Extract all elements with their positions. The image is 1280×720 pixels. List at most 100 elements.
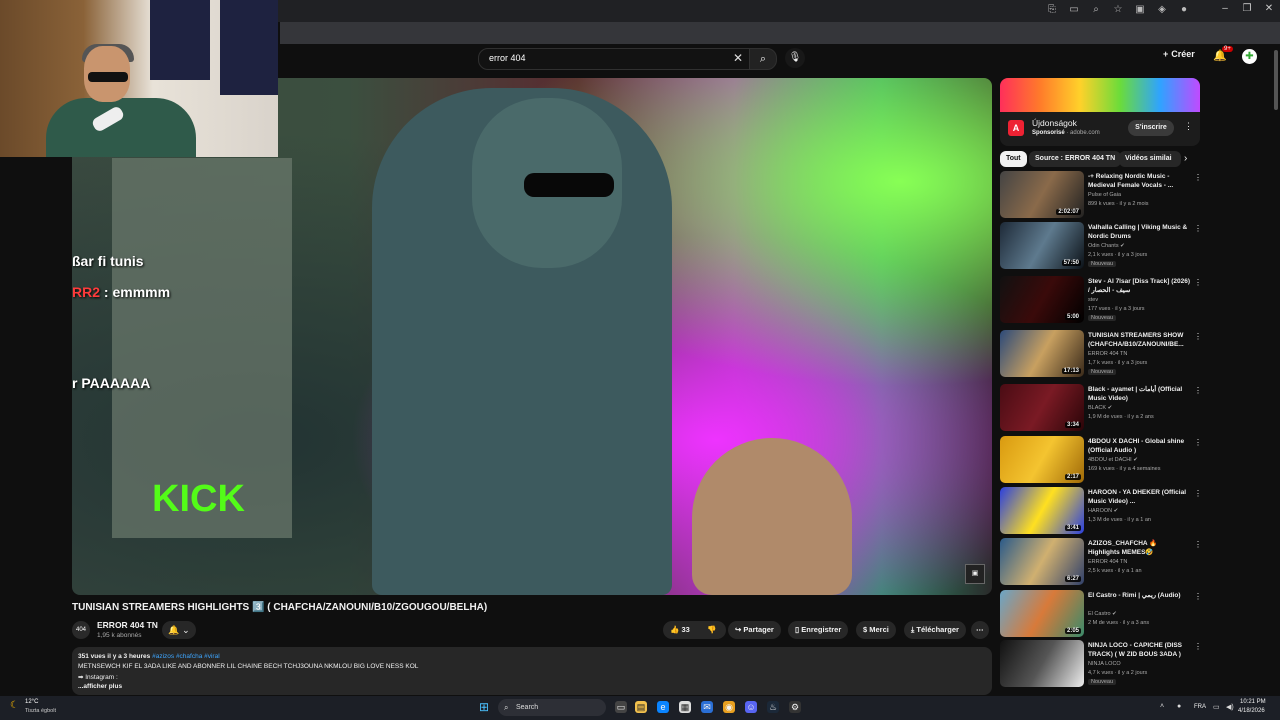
search-input[interactable]: [487, 52, 721, 64]
recommendation-item[interactable]: 6:27 AZIZOS_CHAFCHA 🔥 Highlights MEMES🤣 ER…: [1000, 538, 1202, 590]
more-vertical-icon[interactable]: ⋮: [1194, 332, 1202, 341]
more-vertical-icon[interactable]: ⋮: [1194, 642, 1202, 651]
recommendation-thumbnail[interactable]: [1000, 640, 1084, 687]
translate-icon[interactable]: ⎘: [1046, 4, 1058, 16]
recommendation-thumbnail[interactable]: 2:17: [1000, 436, 1084, 483]
recommendation-item[interactable]: 2:05 El Castro - Rimi | ريمي (Audio) El Ca…: [1000, 590, 1202, 642]
recommendation-thumbnail[interactable]: 3:41: [1000, 487, 1084, 534]
recommendation-thumbnail[interactable]: 2:05: [1000, 590, 1084, 637]
more-vertical-icon[interactable]: ⋮: [1194, 438, 1202, 447]
recommendation-item[interactable]: 3:41 HAROON - YA DHEKER (Official Music V…: [1000, 487, 1202, 539]
chevron-right-icon[interactable]: ›: [1184, 153, 1187, 164]
recommendation-item[interactable]: 57:50 Valhalla Calling | Viking Music & N…: [1000, 222, 1202, 274]
recommendation-item[interactable]: 5:00 Stev - Al 7lsar [Diss Track] (2026) …: [1000, 276, 1202, 328]
steam-icon[interactable]: ♨: [767, 701, 779, 713]
download-button[interactable]: ⤓ Télécharger: [904, 621, 966, 639]
recommendation-channel[interactable]: BLACK ✔: [1088, 405, 1112, 411]
more-vertical-icon[interactable]: ⋮: [1194, 173, 1202, 182]
more-vertical-icon[interactable]: ⋮: [1194, 592, 1202, 601]
channel-avatar[interactable]: 404: [72, 621, 90, 639]
chip-all[interactable]: Tout: [1000, 151, 1027, 167]
account-avatar[interactable]: ✚: [1242, 49, 1257, 64]
scrollbar[interactable]: [1272, 44, 1280, 694]
create-button[interactable]: + Créer: [1163, 49, 1195, 59]
channel-name[interactable]: ERROR 404 TN: [97, 620, 158, 630]
channel-watermark-icon[interactable]: ▣: [965, 564, 985, 584]
ad-subscribe-button[interactable]: S'inscrire: [1128, 120, 1174, 136]
discord-icon[interactable]: ☺: [745, 701, 757, 713]
hashtags[interactable]: #azizos #chafcha #viral: [152, 653, 220, 660]
bookmark-star-icon[interactable]: ☆: [1112, 4, 1124, 16]
task-view-icon[interactable]: ▭: [615, 701, 627, 713]
share-button[interactable]: ↪ Partager: [728, 621, 781, 639]
recommendation-thumbnail[interactable]: 17:13: [1000, 330, 1084, 377]
recommendation-thumbnail[interactable]: 5:00: [1000, 276, 1084, 323]
edge-icon[interactable]: e: [657, 701, 669, 713]
tray-chevron-up-icon[interactable]: ˄: [1160, 703, 1164, 710]
thanks-button[interactable]: $ Merci: [856, 621, 896, 639]
recommendation-channel[interactable]: Pulse of Gaia: [1088, 192, 1121, 198]
chip-source[interactable]: Source : ERROR 404 TN: [1029, 151, 1122, 167]
extension-icon[interactable]: ▣: [1134, 4, 1146, 16]
clock-time[interactable]: 10:21 PM: [1240, 699, 1266, 705]
store-icon[interactable]: ▦: [679, 701, 691, 713]
recommendation-channel[interactable]: NINJA LOCO: [1088, 661, 1121, 667]
input-language[interactable]: FRA: [1194, 704, 1206, 710]
more-vertical-icon[interactable]: ⋮: [1184, 121, 1193, 132]
app-icon[interactable]: ⚙: [789, 701, 801, 713]
recommendation-channel[interactable]: stev: [1088, 297, 1098, 303]
recommendation-item[interactable]: 2:02:07 -+ Relaxing Nordic Music - Mediev…: [1000, 171, 1202, 223]
ad-card[interactable]: A Újdonságok Sponsorisé · adobe.com S'in…: [1000, 112, 1200, 146]
more-vertical-icon[interactable]: ⋮: [1194, 540, 1202, 549]
voice-search-button[interactable]: 🎙: [785, 48, 805, 68]
recommendation-title[interactable]: AZIZOS_CHAFCHA 🔥 Highlights MEMES🤣: [1088, 539, 1190, 557]
recommendation-title[interactable]: -+ Relaxing Nordic Music - Medieval Fema…: [1088, 172, 1190, 190]
recommendation-item[interactable]: 3:34 Black - ayamet | أيامات (Official Mu…: [1000, 384, 1202, 436]
recommendation-thumbnail[interactable]: 6:27: [1000, 538, 1084, 585]
minimize-icon[interactable]: –: [1214, 0, 1236, 18]
recommendation-channel[interactable]: 4BDOU et DACHI ✔: [1088, 457, 1138, 463]
more-actions-button[interactable]: ⋯: [971, 621, 989, 639]
close-window-icon[interactable]: ✕: [1258, 0, 1280, 18]
scrollbar-thumb[interactable]: [1274, 50, 1278, 110]
file-explorer-icon[interactable]: ▤: [635, 701, 647, 713]
recommendation-title[interactable]: 4BDOU X DACHI - Global shine (Official A…: [1088, 437, 1190, 455]
clock-date[interactable]: 4/18/2026: [1238, 708, 1265, 714]
recommendation-title[interactable]: Stev - Al 7lsar [Diss Track] (2026) / سي…: [1088, 277, 1190, 295]
recommendation-channel[interactable]: ERROR 404 TN: [1088, 559, 1127, 565]
recommendation-title[interactable]: Black - ayamet | أيامات (Official Music …: [1088, 385, 1190, 403]
recommendation-channel[interactable]: El Castro ✔: [1088, 611, 1117, 617]
recommendation-title[interactable]: Valhalla Calling | Viking Music & Nordic…: [1088, 223, 1190, 241]
more-vertical-icon[interactable]: ⋮: [1194, 489, 1202, 498]
clear-search-icon[interactable]: ✕: [733, 51, 743, 65]
more-vertical-icon[interactable]: ⋮: [1194, 224, 1202, 233]
recommendation-channel[interactable]: ERROR 404 TN: [1088, 351, 1127, 357]
cast-icon[interactable]: ▭: [1068, 4, 1080, 16]
save-button[interactable]: ▯ Enregistrer: [788, 621, 849, 639]
recommendation-thumbnail[interactable]: 2:02:07: [1000, 171, 1084, 218]
puzzle-icon[interactable]: ◈: [1156, 4, 1168, 16]
recommendation-item[interactable]: 2:17 4BDOU X DACHI - Global shine (Offici…: [1000, 436, 1202, 488]
search-box[interactable]: ✕: [478, 48, 750, 70]
show-more-link[interactable]: ...afficher plus: [78, 683, 122, 690]
recommendation-channel[interactable]: Odin Chants ✔: [1088, 243, 1125, 249]
recommendation-title[interactable]: NINJA LOCO - CAPICHE (DISS TRACK) ( W ZI…: [1088, 641, 1190, 659]
more-vertical-icon[interactable]: ⋮: [1194, 278, 1202, 287]
chrome-icon[interactable]: ◉: [723, 701, 735, 713]
taskbar-search[interactable]: ⌕ Search: [498, 699, 606, 716]
profile-icon[interactable]: ●: [1178, 4, 1190, 16]
network-icon[interactable]: ▭: [1213, 703, 1220, 711]
maximize-icon[interactable]: ❐: [1236, 0, 1258, 18]
zoom-icon[interactable]: ⌕: [1090, 4, 1102, 16]
chip-similar[interactable]: Vidéos similai: [1119, 151, 1181, 167]
windows-start-icon[interactable]: ⊞: [479, 701, 492, 714]
weather-temp[interactable]: 12°C: [25, 699, 38, 705]
ad-banner-image[interactable]: [1000, 78, 1200, 112]
weather-moon-icon[interactable]: ☾: [10, 700, 19, 711]
recommendation-title[interactable]: El Castro - Rimi | ريمي (Audio): [1088, 591, 1190, 600]
tray-mic-icon[interactable]: ●: [1177, 703, 1181, 710]
more-vertical-icon[interactable]: ⋮: [1194, 386, 1202, 395]
mail-icon[interactable]: ✉: [701, 701, 713, 713]
recommendation-thumbnail[interactable]: 57:50: [1000, 222, 1084, 269]
recommendation-item[interactable]: NINJA LOCO - CAPICHE (DISS TRACK) ( W ZI…: [1000, 640, 1202, 692]
